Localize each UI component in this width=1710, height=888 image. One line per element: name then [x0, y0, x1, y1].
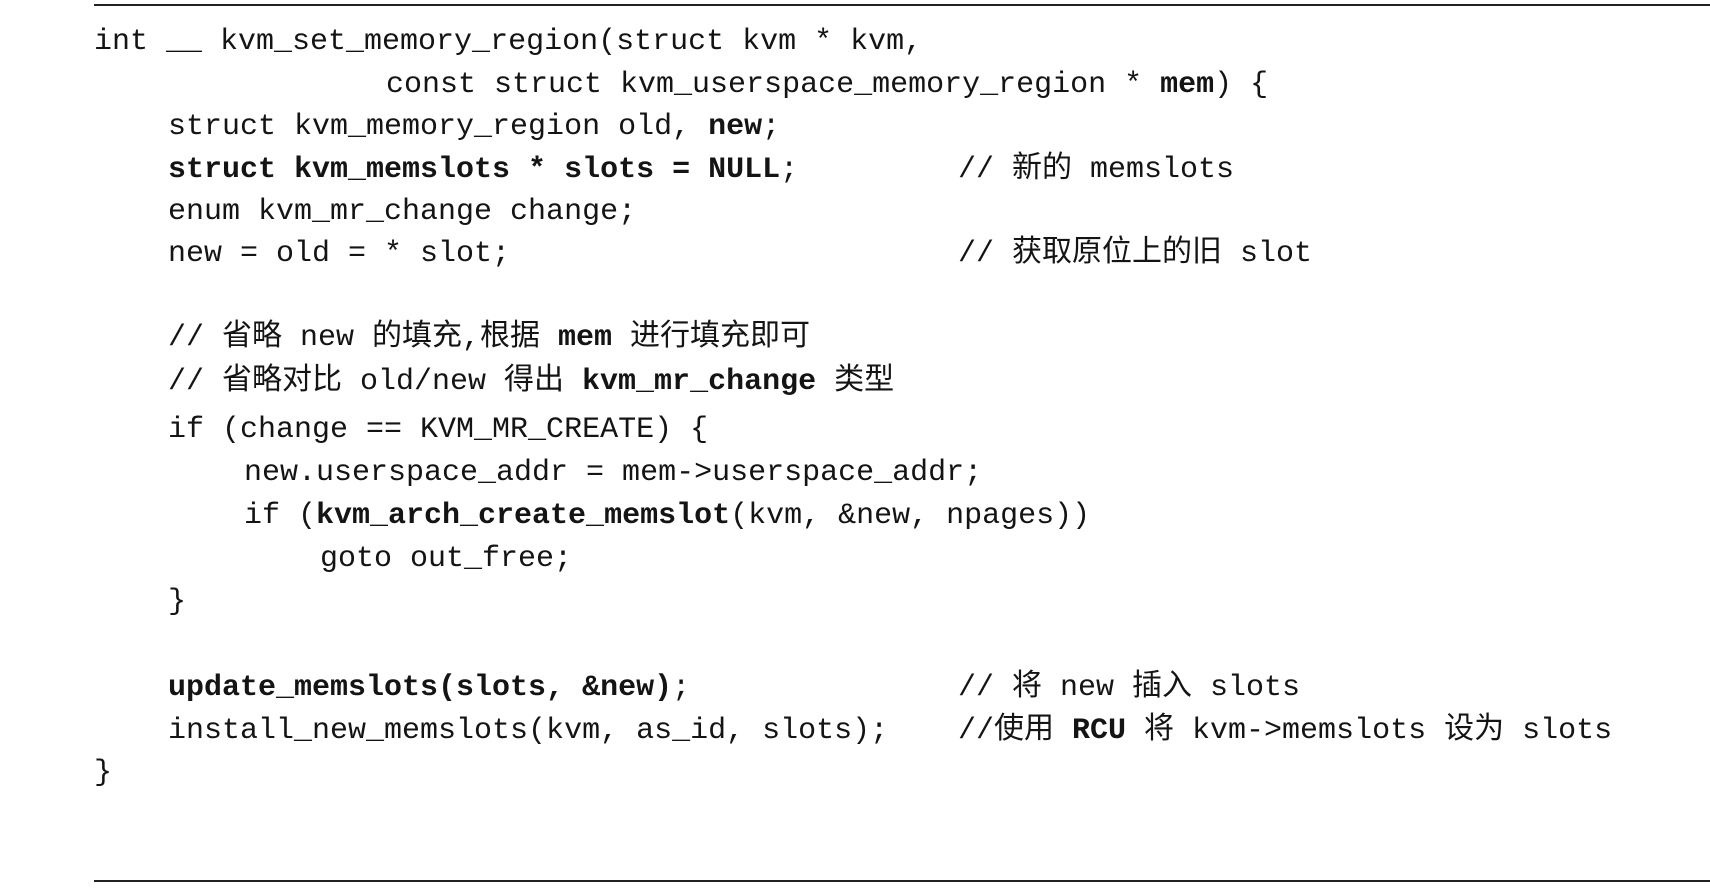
bottom-rule	[94, 880, 1710, 882]
code-text: struct kvm_memory_region old,	[168, 110, 709, 144]
code-line-7: // 省略 new 的填充,根据 mem 进行填充即可	[168, 323, 810, 353]
code-keyword-bold: struct kvm_memslots * slots = NULL	[168, 153, 781, 187]
code-text: ;	[672, 671, 691, 705]
code-text: 类型	[816, 365, 895, 399]
code-text: // 省略 new 的填充,根据	[168, 321, 559, 355]
code-line-1: int __ kvm_set_memory_region(struct kvm …	[94, 25, 923, 59]
code-listing: int __ kvm_set_memory_region(struct kvm …	[0, 0, 1710, 888]
code-line-12: goto out_free;	[320, 542, 573, 576]
code-line-6: new = old = * slot;	[168, 237, 511, 271]
code-line-10: new.userspace_addr = mem->userspace_addr…	[244, 456, 983, 490]
code-text: // 省略对比 old/new 得出	[168, 365, 583, 399]
code-line-14: update_memslots(slots, &new);	[168, 673, 690, 703]
code-line-11: if (kvm_arch_create_memslot(kvm, &new, n…	[244, 501, 1090, 531]
code-keyword-bold: kvm_arch_create_memslot	[316, 499, 731, 533]
code-line-9: if (change == KVM_MR_CREATE) {	[168, 413, 709, 447]
code-comment-4: // 新的 memslots	[958, 153, 1235, 187]
code-text: 将 kvm->memslots 设为 slots	[1126, 714, 1613, 748]
code-text: //使用	[958, 714, 1073, 748]
code-text: ;	[762, 110, 781, 144]
code-comment-14: // 将 new 插入 slots	[958, 671, 1301, 705]
code-text: (kvm, &new, npages))	[730, 499, 1091, 533]
code-line-4: struct kvm_memslots * slots = NULL;	[168, 155, 798, 185]
code-text: const struct kvm_userspace_memory_region…	[386, 68, 1161, 102]
code-line-13: }	[168, 585, 187, 619]
code-keyword-bold: update_memslots(slots, &new)	[168, 671, 673, 705]
code-text: 进行填充即可	[612, 321, 811, 355]
code-line-3: struct kvm_memory_region old, new;	[168, 112, 780, 142]
code-line-16: }	[94, 756, 113, 790]
code-text: if (	[244, 499, 317, 533]
code-comment-6: // 获取原位上的旧 slot	[958, 237, 1313, 271]
code-keyword-bold: new	[708, 110, 763, 144]
code-line-5: enum kvm_mr_change change;	[168, 195, 637, 229]
code-keyword-bold: mem	[558, 321, 613, 355]
code-line-2: const struct kvm_userspace_memory_region…	[386, 70, 1268, 100]
code-keyword-bold: mem	[1160, 68, 1215, 102]
code-comment-15: //使用 RCU 将 kvm->memslots 设为 slots	[958, 716, 1612, 746]
code-text: ) {	[1214, 68, 1269, 102]
code-keyword-bold: RCU	[1072, 714, 1127, 748]
code-line-8: // 省略对比 old/new 得出 kvm_mr_change 类型	[168, 367, 894, 397]
code-text: ;	[780, 153, 799, 187]
code-line-15: install_new_memslots(kvm, as_id, slots);	[168, 714, 889, 748]
code-keyword-bold: kvm_mr_change	[582, 365, 817, 399]
